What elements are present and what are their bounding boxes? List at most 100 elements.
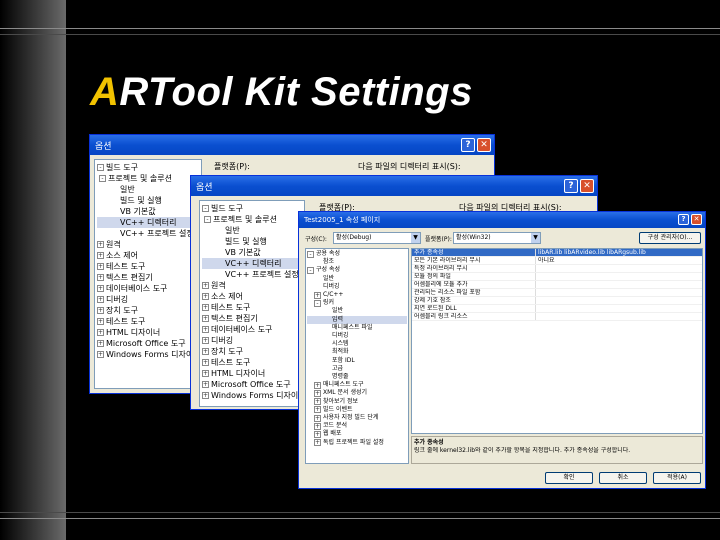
property-value[interactable]: [536, 297, 702, 304]
tree-item[interactable]: VC++ 디렉터리: [97, 217, 199, 228]
expand-icon[interactable]: +: [97, 307, 104, 314]
tree-item[interactable]: + 코드 분석: [307, 422, 407, 430]
tree-item[interactable]: 일반: [307, 275, 407, 283]
tree-item[interactable]: + Microsoft Office 도구: [97, 338, 199, 349]
help-icon[interactable]: ?: [564, 179, 578, 193]
property-pages-dialog[interactable]: Test2005_1 속성 페이지 ? ✕ 구성(C): 활성(Debug) ▼…: [298, 211, 706, 489]
tree-item[interactable]: 빌드 및 실행: [97, 195, 199, 206]
expand-icon[interactable]: +: [202, 370, 209, 377]
dialog-titlebar[interactable]: 옵션 ? ✕: [191, 176, 597, 196]
tree-item[interactable]: 디버깅: [307, 283, 407, 291]
close-icon[interactable]: ✕: [691, 214, 702, 225]
tree-item[interactable]: + 원격: [97, 239, 199, 250]
tree-item[interactable]: - 링커: [307, 299, 407, 307]
tree-item[interactable]: + 디버깅: [202, 335, 302, 346]
dialog-titlebar[interactable]: Test2005_1 속성 페이지 ? ✕: [299, 212, 705, 228]
collapse-icon[interactable]: -: [314, 299, 321, 307]
property-row[interactable]: 특정 라이브러리 무시: [412, 265, 702, 273]
tree-item[interactable]: + 장치 도구: [202, 346, 302, 357]
property-value[interactable]: [536, 265, 702, 272]
cancel-button[interactable]: 취소: [599, 472, 647, 484]
tree-item[interactable]: + 데이터베이스 도구: [97, 283, 199, 294]
expand-icon[interactable]: +: [314, 431, 321, 439]
tree-item[interactable]: - 빌드 도구: [97, 162, 199, 173]
collapse-icon[interactable]: -: [307, 250, 314, 258]
platform-combo[interactable]: 활성(Win32) ▼: [453, 232, 541, 244]
expand-icon[interactable]: +: [202, 282, 209, 289]
expand-icon[interactable]: +: [97, 241, 104, 248]
tree-item[interactable]: + 소스 제어: [202, 291, 302, 302]
expand-icon[interactable]: +: [202, 326, 209, 333]
tree-item[interactable]: + 디버깅: [97, 294, 199, 305]
property-value[interactable]: [536, 273, 702, 280]
property-value[interactable]: [536, 305, 702, 312]
expand-icon[interactable]: +: [202, 359, 209, 366]
tree-item[interactable]: 빌드 및 실행: [202, 236, 302, 247]
property-row[interactable]: 어셈블리 링크 리소스: [412, 313, 702, 321]
expand-icon[interactable]: +: [202, 348, 209, 355]
collapse-icon[interactable]: -: [307, 267, 314, 274]
property-value[interactable]: [536, 289, 702, 296]
tree-item[interactable]: + 독립 프로젝트 파일 설정: [307, 439, 407, 447]
tree-item[interactable]: - 프로젝트 및 솔루션: [202, 214, 302, 225]
close-icon[interactable]: ✕: [580, 179, 594, 193]
expand-icon[interactable]: +: [314, 390, 321, 398]
property-value[interactable]: [536, 313, 702, 320]
options-tree[interactable]: - 빌드 도구 - 프로젝트 및 솔루션 일반 빌드 및 실행 VB 기본값 VC++ 디렉터…: [199, 200, 305, 407]
close-icon[interactable]: ✕: [477, 138, 491, 152]
tree-item[interactable]: + 원격: [202, 280, 302, 291]
property-row[interactable]: 어셈블리에 모듈 추가: [412, 281, 702, 289]
collapse-icon[interactable]: -: [97, 164, 104, 171]
tree-item[interactable]: + HTML 디자이너: [202, 368, 302, 379]
property-row[interactable]: 강제 기호 참조: [412, 297, 702, 305]
tree-item[interactable]: + 찾아보기 정보: [307, 398, 407, 406]
tree-item[interactable]: 일반: [97, 184, 199, 195]
expand-icon[interactable]: +: [97, 329, 104, 336]
collapse-icon[interactable]: -: [99, 175, 106, 182]
expand-icon[interactable]: +: [314, 291, 321, 299]
config-manager-button[interactable]: 구성 관리자(O)...: [639, 232, 701, 244]
expand-icon[interactable]: +: [314, 414, 321, 422]
tree-item[interactable]: VC++ 디렉터리: [202, 258, 302, 269]
dialog-titlebar[interactable]: 옵션 ? ✕: [90, 135, 494, 155]
tree-item[interactable]: + 테스트 도구: [97, 261, 199, 272]
property-grid[interactable]: 추가 종속성 libAR.lib libARvideo.lib libARgsub…: [411, 248, 703, 434]
tree-item[interactable]: - 프로젝트 및 솔루션: [97, 173, 199, 184]
expand-icon[interactable]: +: [97, 274, 104, 281]
expand-icon[interactable]: +: [202, 293, 209, 300]
property-value[interactable]: 아니요: [536, 257, 702, 264]
tree-item[interactable]: + Microsoft Office 도구: [202, 379, 302, 390]
property-value[interactable]: libAR.lib libARvideo.lib libARgsub.lib: [536, 249, 702, 256]
tree-item[interactable]: + 테스트 도구: [202, 302, 302, 313]
tree-item[interactable]: 일반: [202, 225, 302, 236]
property-row[interactable]: 지연 로드된 DLL: [412, 305, 702, 313]
tree-item[interactable]: VC++ 프로젝트 설정: [202, 269, 302, 280]
ok-button[interactable]: 확인: [545, 472, 593, 484]
expand-icon[interactable]: +: [314, 381, 321, 389]
expand-icon[interactable]: +: [314, 398, 321, 406]
tree-item[interactable]: + 사용자 지정 빌드 단계: [307, 414, 407, 422]
tree-item[interactable]: + 텍스트 편집기: [202, 313, 302, 324]
property-row[interactable]: 모든 기본 라이브러리 무시 아니요: [412, 257, 702, 265]
tree-item[interactable]: 매니페스트 파일: [307, 324, 407, 332]
tree-item[interactable]: + 웹 배포: [307, 430, 407, 439]
property-row[interactable]: 추가 종속성 libAR.lib libARvideo.lib libARgsub…: [412, 249, 702, 257]
expand-icon[interactable]: +: [314, 406, 321, 414]
tree-item[interactable]: 시스템: [307, 340, 407, 348]
tree-item[interactable]: - 빌드 도구: [202, 203, 302, 214]
tree-item[interactable]: 고급: [307, 365, 407, 373]
collapse-icon[interactable]: -: [204, 216, 211, 223]
tree-item[interactable]: VB 기본값: [97, 206, 199, 217]
tree-item[interactable]: 디버깅: [307, 332, 407, 340]
expand-icon[interactable]: +: [202, 392, 209, 399]
help-icon[interactable]: ?: [461, 138, 475, 152]
property-value[interactable]: [536, 281, 702, 288]
expand-icon[interactable]: +: [314, 422, 321, 430]
expand-icon[interactable]: +: [202, 381, 209, 388]
tree-item[interactable]: - 공용 속성: [307, 250, 407, 258]
help-icon[interactable]: ?: [678, 214, 689, 225]
tree-item[interactable]: + 테스트 도구: [202, 357, 302, 368]
collapse-icon[interactable]: -: [202, 205, 209, 212]
tree-item[interactable]: 입력: [307, 315, 407, 324]
tree-item[interactable]: VC++ 프로젝트 설정: [97, 228, 199, 239]
